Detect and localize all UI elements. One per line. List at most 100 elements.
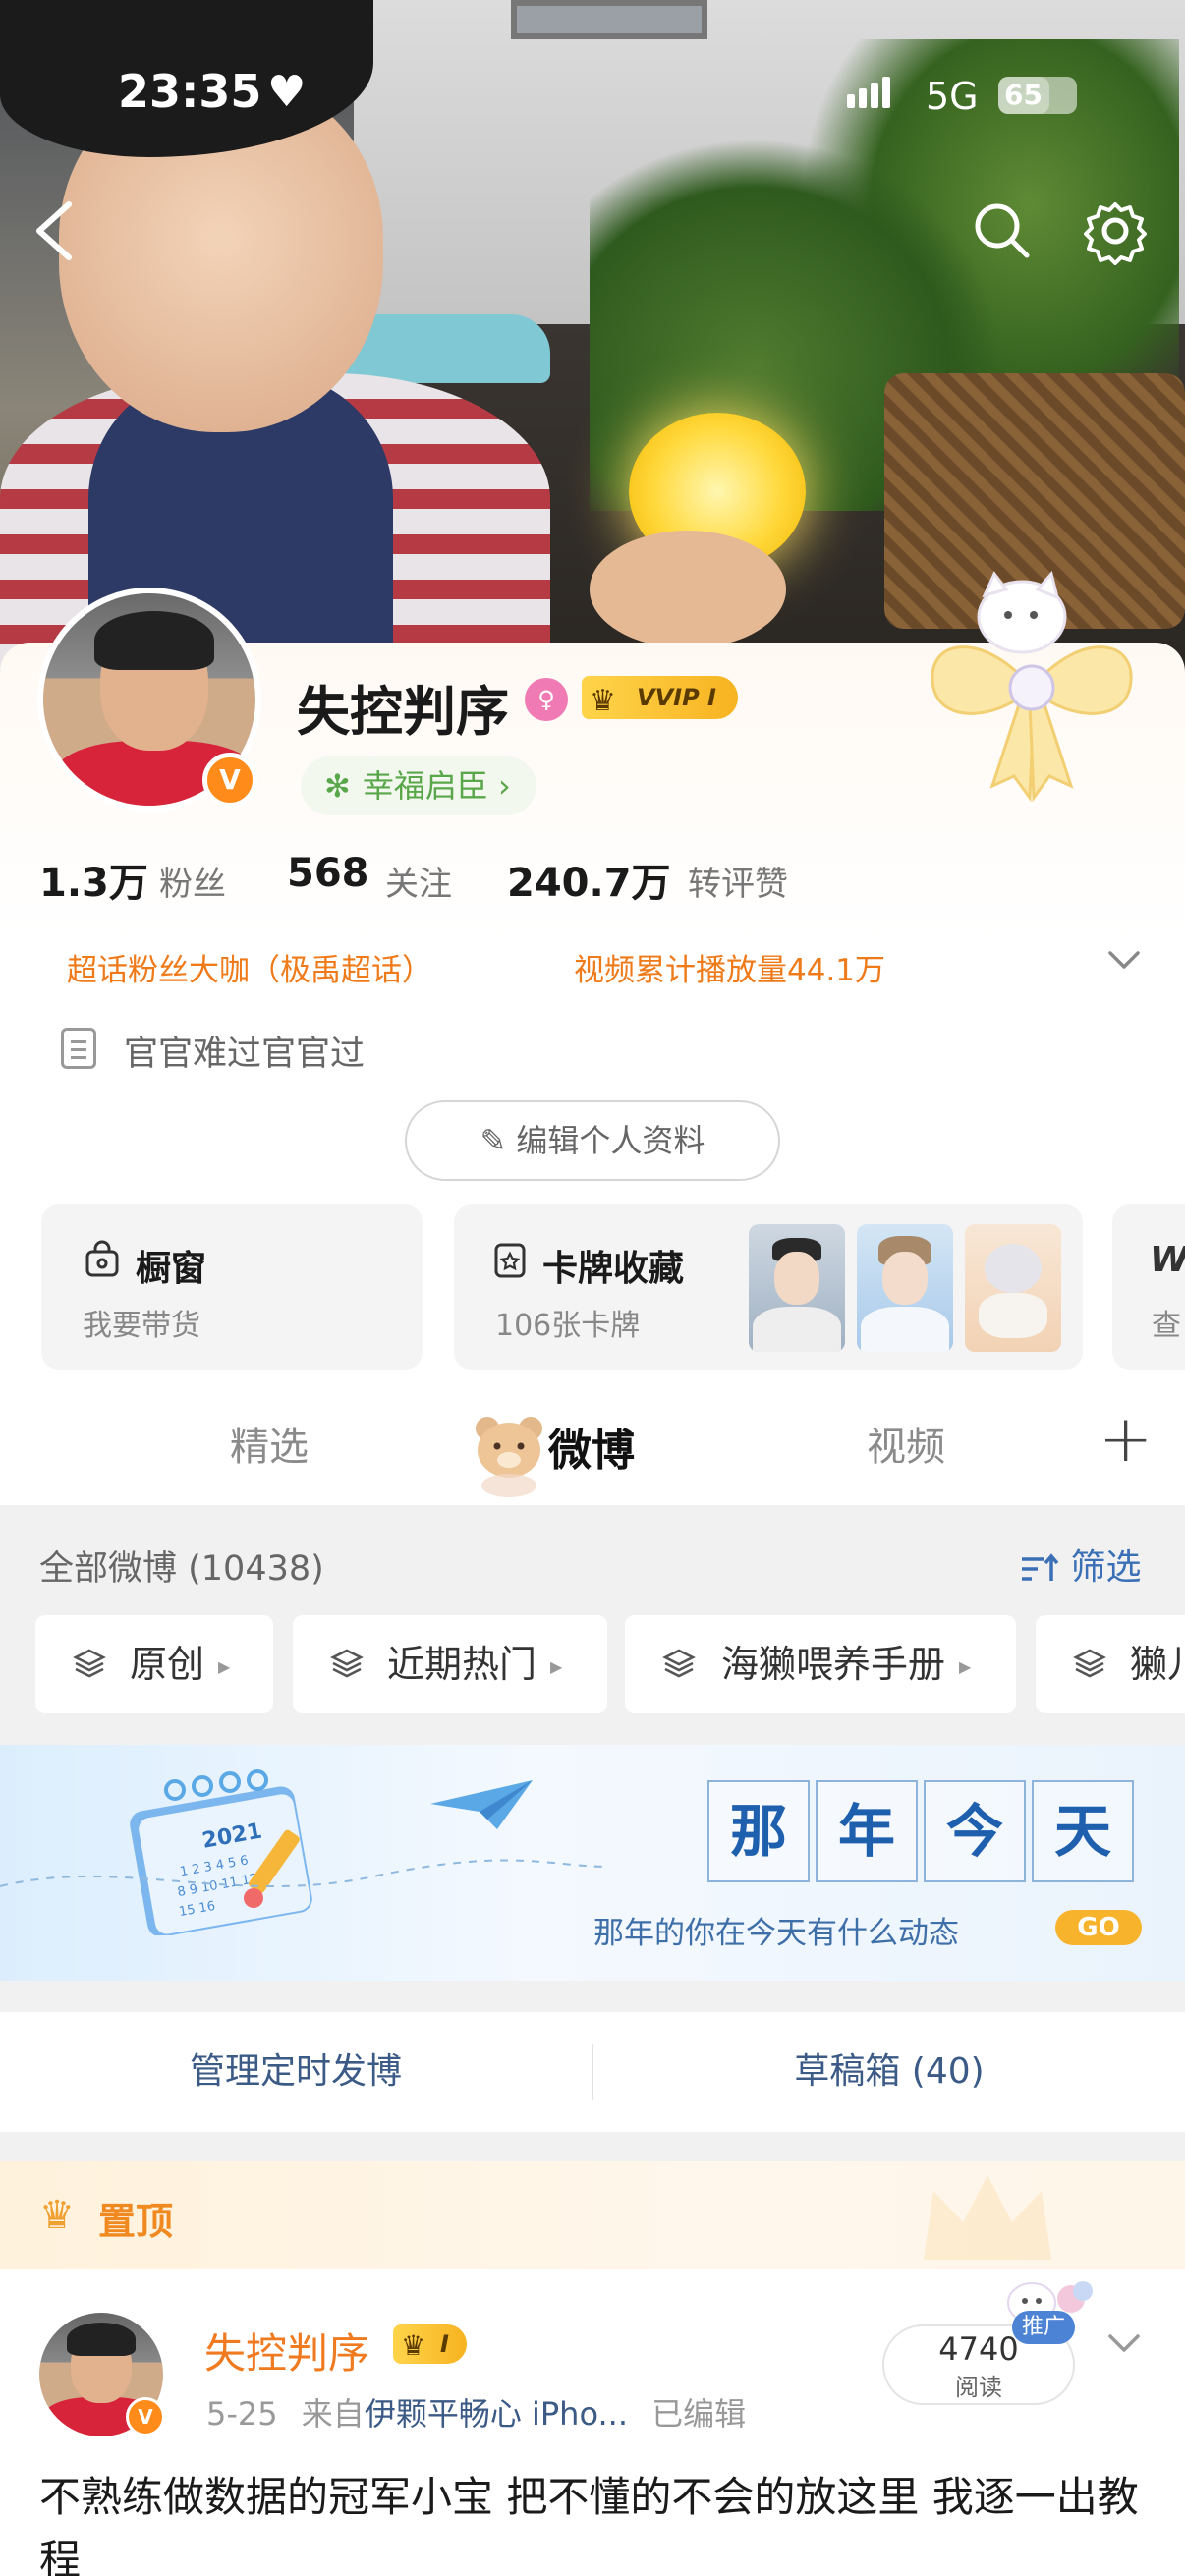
edit-profile-label: 编辑个人资料 [516, 1122, 705, 1159]
status-time: 23:35 [118, 65, 262, 118]
followers-count[interactable]: 1.3万 [39, 851, 148, 908]
banner-char: 年 [816, 1780, 918, 1882]
post-meta: 5-25 来自伊颗平畅心 iPho... 已编辑 [206, 2389, 746, 2435]
honor-supertopic[interactable]: 超话粉丝大咖（极禹超话） [67, 945, 432, 989]
clover-icon: ✻ [324, 767, 351, 805]
card-collection-subtitle: 106张卡牌 [495, 1309, 641, 1343]
verified-badge: V [126, 2397, 165, 2436]
card-thumbnail[interactable] [749, 1224, 845, 1352]
manage-scheduled-button[interactable]: 管理定时发博 [0, 2012, 592, 2132]
post-source[interactable]: 伊颗平畅心 iPho... [365, 2395, 628, 2433]
post-date: 5-25 [206, 2395, 278, 2433]
shop-window-title: 橱窗 [136, 1249, 207, 1289]
title-chip-label: 幸福启臣 › [362, 767, 511, 805]
back-button[interactable] [28, 196, 86, 265]
search-button[interactable] [968, 196, 1037, 265]
banner-go-button[interactable]: GO [1055, 1910, 1142, 1945]
chip-label: 獭儿 [1130, 1643, 1185, 1686]
shopping-bag-icon [83, 1240, 122, 1283]
likes-label[interactable]: 转评赞 [688, 857, 788, 905]
card-collection-title: 卡牌收藏 [542, 1249, 685, 1289]
following-label[interactable]: 关注 [385, 857, 452, 905]
post-source-prefix: 来自 [301, 2395, 365, 2433]
bow-decoration-icon [931, 570, 1133, 803]
caret-right-icon: ▶ [218, 1656, 231, 1676]
post-edited: 已编辑 [651, 2395, 747, 2433]
banner-char: 那 [707, 1780, 810, 1882]
filter-label: 筛选 [1070, 1547, 1142, 1588]
bio-text: 官官难过官官过 [124, 1035, 366, 1074]
chip-label: 原创 [130, 1643, 205, 1686]
document-icon [61, 1028, 96, 1069]
edit-profile-button[interactable]: ✎ 编辑个人资料 [405, 1100, 780, 1181]
tab-weibo[interactable]: 微博 [548, 1415, 635, 1478]
pencil-icon: ✎ [480, 1122, 507, 1159]
caret-right-icon: ▶ [959, 1656, 972, 1676]
vvip-badge[interactable]: ♛ VVIP I [582, 676, 738, 719]
layers-icon [662, 1649, 696, 1678]
tab-video[interactable]: 视频 [867, 1415, 945, 1472]
layers-icon [330, 1649, 364, 1678]
banner-char: 今 [924, 1780, 1026, 1882]
crown-icon: ♛ [401, 2329, 426, 2362]
vip-badge[interactable]: ♛ I [393, 2324, 467, 2364]
card-thumbnail[interactable] [965, 1224, 1061, 1352]
banner-char: 天 [1032, 1780, 1134, 1882]
tab-featured[interactable]: 精选 [230, 1415, 309, 1472]
profile-name: 失控判序 [297, 681, 509, 743]
chevron-down-icon[interactable] [1106, 941, 1142, 985]
bear-icon [476, 1417, 542, 1497]
cover-window [511, 0, 707, 39]
shop-window-subtitle: 我要带货 [83, 1309, 200, 1343]
signal-icon [847, 77, 894, 108]
pinned-label: 置顶 [98, 2200, 174, 2243]
chip-otter-handbook[interactable]: 海獭喂养手册 ▶ [625, 1615, 1016, 1713]
settings-button[interactable] [1081, 196, 1150, 265]
crown-decoration-icon [924, 2175, 1051, 2260]
verified-badge: V [202, 753, 257, 808]
feed-count: 全部微博 (10438) [39, 1549, 324, 1589]
post-text[interactable]: 不熟练做数据的冠军小宝 把不懂的不会的放这里 我逐一出教程 [39, 2466, 1159, 2576]
dashed-path-decoration [0, 1859, 609, 1887]
caret-right-icon: ▶ [550, 1656, 563, 1676]
gender-female-icon: ♀ [525, 678, 568, 721]
drafts-button[interactable]: 草稿箱 (40) [593, 2012, 1185, 2132]
more-feature-card[interactable] [1112, 1204, 1185, 1370]
network-label: 5G [926, 75, 979, 118]
banner-subtitle: 那年的你在今天有什么动态 [593, 1916, 959, 1951]
followers-label[interactable]: 粉丝 [159, 857, 226, 905]
vvip-label: VVIP I [637, 684, 716, 711]
search-icon [975, 203, 1030, 258]
paper-plane-icon [430, 1780, 533, 1829]
chip-original[interactable]: 原创 ▶ [35, 1615, 273, 1713]
battery-icon: 65 [998, 77, 1077, 114]
shop-window-card[interactable] [41, 1204, 423, 1370]
read-label: 阅读 [955, 2374, 1002, 2401]
chip-recent-hot[interactable]: 近期热门 ▶ [293, 1615, 607, 1713]
heart-icon: ♥ [267, 67, 307, 117]
cover-hand [590, 531, 786, 648]
chip-otter[interactable]: 獭儿 [1036, 1615, 1185, 1713]
more-feature-subtitle: 查 [1152, 1309, 1181, 1343]
chip-label: 近期热门 [387, 1643, 537, 1686]
filter-icon [1022, 1553, 1059, 1581]
card-icon [491, 1240, 531, 1283]
filter-button[interactable]: 筛选 [1018, 1539, 1141, 1590]
layers-icon [1073, 1649, 1106, 1678]
layers-icon [73, 1649, 106, 1678]
gear-icon [1084, 202, 1147, 265]
vip-level: I [440, 2330, 449, 2358]
crown-icon: ♛ [39, 2193, 75, 2238]
post-author[interactable]: 失控判序 [204, 2321, 369, 2380]
crown-icon: ♛ [590, 684, 616, 718]
back-arrow-icon [36, 201, 72, 260]
feature-icon: W [1150, 1240, 1185, 1280]
promote-tag[interactable]: 推广 [1012, 2311, 1076, 2344]
following-count[interactable]: 568 [287, 851, 369, 896]
add-tab-button[interactable]: + [1099, 1401, 1153, 1477]
likes-count[interactable]: 240.7万 [507, 851, 671, 908]
chevron-down-icon[interactable] [1106, 2324, 1142, 2369]
title-chip[interactable]: ✻ 幸福启臣 › [301, 756, 536, 815]
honor-video-plays[interactable]: 视频累计播放量44.1万 [574, 945, 885, 989]
card-thumbnail[interactable] [857, 1224, 953, 1352]
